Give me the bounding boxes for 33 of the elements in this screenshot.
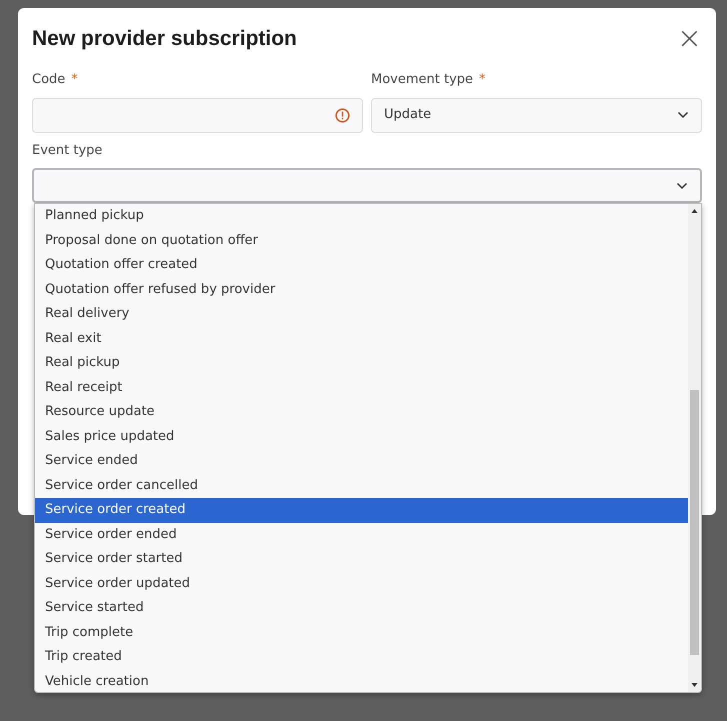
dropdown-option[interactable]: Service order updated [35, 572, 688, 596]
dropdown-option[interactable]: Quotation offer created [35, 253, 688, 278]
field-label: Code [32, 72, 66, 87]
dropdown-option[interactable]: Service order cancelled [35, 474, 688, 498]
dropdown-option[interactable]: Service order started [35, 547, 688, 572]
dropdown-option[interactable]: Sales price updated [35, 424, 688, 449]
dropdown-option[interactable]: Proposal done on quotation offer [35, 228, 688, 253]
required-mark: * [71, 72, 78, 87]
field-label: Event type [32, 142, 104, 160]
select-field[interactable]: Update [371, 98, 702, 132]
dropdown-option[interactable]: Trip created [35, 645, 688, 670]
dropdown-option[interactable]: Planned pickup [35, 204, 688, 228]
dropdown-option[interactable]: Service ended [35, 449, 688, 474]
dropdown-option[interactable]: Service started [35, 596, 688, 620]
dropdown-option[interactable]: Resource update [35, 400, 688, 424]
dropdown-option[interactable]: Real receipt [35, 376, 688, 400]
dropdown-option[interactable]: Real pickup [35, 351, 688, 376]
dropdown-option[interactable]: Vehicle creation [35, 670, 688, 692]
dialog-title: New provider subscription [32, 26, 297, 52]
scrollbar[interactable] [688, 204, 701, 692]
chevron-down-icon [676, 182, 688, 190]
chevron-down-icon [677, 111, 689, 119]
required-mark: * [479, 72, 486, 87]
close-button[interactable]: × [676, 24, 702, 54]
warning-icon [335, 108, 350, 122]
dropdown-option[interactable]: Real exit [35, 326, 688, 351]
dropdown-option[interactable]: Quotation offer refused by provider [35, 278, 688, 302]
dropdown-option[interactable]: Trip complete [35, 620, 688, 645]
input-field[interactable] [32, 98, 363, 132]
dropdown-option[interactable]: Service order ended [35, 522, 688, 547]
dropdown-option[interactable]: Real delivery [35, 302, 688, 326]
field-label: Movement type [371, 72, 474, 87]
dropdown-option[interactable]: Service order created [35, 498, 688, 522]
